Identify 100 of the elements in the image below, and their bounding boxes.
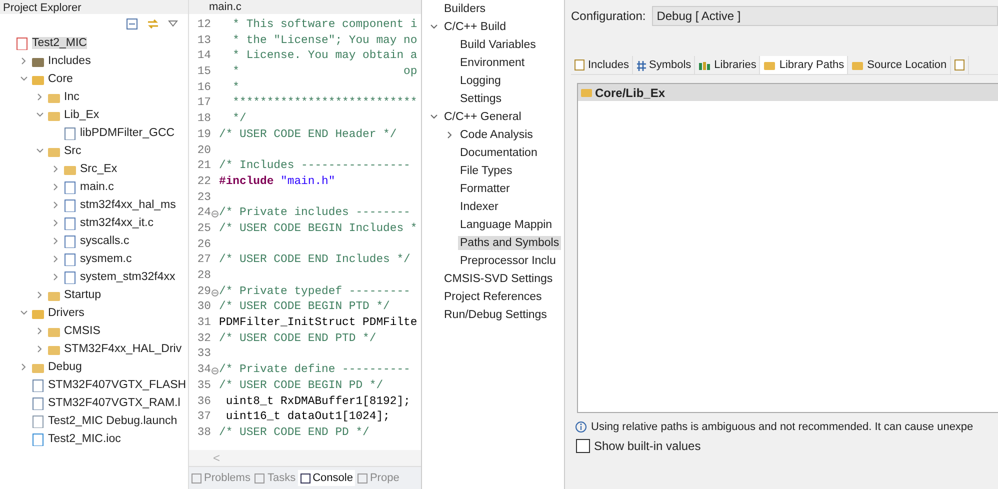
- nav-item[interactable]: Project References: [442, 290, 544, 304]
- chevron-icon[interactable]: [20, 309, 28, 317]
- folder-icon: [580, 87, 593, 98]
- line-number: 20: [196, 144, 211, 158]
- nav-item[interactable]: File Types: [458, 164, 514, 178]
- configuration-dropdown[interactable]: Debug [ Active ]: [652, 6, 998, 26]
- chevron-icon[interactable]: [36, 345, 44, 353]
- tab-icon: [191, 472, 202, 484]
- tree-item[interactable]: Test2_MIC.ioc: [48, 433, 121, 445]
- tree-item[interactable]: Inc: [64, 91, 80, 103]
- checkbox[interactable]: Show built-in values: [576, 439, 998, 453]
- view-tab[interactable]: Console: [298, 470, 355, 486]
- chevron-icon[interactable]: [52, 237, 60, 245]
- field-label: Configuration:: [571, 9, 646, 23]
- chevron-icon[interactable]: [52, 165, 60, 173]
- chevron-icon[interactable]: [430, 23, 438, 31]
- nav-item[interactable]: Logging: [458, 74, 503, 88]
- line-number: 13: [196, 34, 211, 49]
- nav-item[interactable]: Documentation: [458, 146, 540, 160]
- tree-item[interactable]: Includes: [48, 55, 91, 67]
- fold-icon[interactable]: [211, 210, 219, 218]
- line-number: 15: [196, 65, 211, 80]
- fold-icon[interactable]: [211, 366, 219, 375]
- tab[interactable]: Includes: [571, 56, 633, 74]
- code-line: /* USER CODE END PD */: [219, 426, 370, 441]
- line-number: 26: [196, 238, 211, 253]
- chevron-icon[interactable]: [20, 363, 28, 371]
- chevron-icon[interactable]: [52, 219, 60, 227]
- nav-item[interactable]: Indexer: [458, 200, 500, 214]
- code-line: /* USER CODE END Header */: [219, 128, 397, 143]
- tree-item[interactable]: STM32F4xx_HAL_Driv: [64, 343, 182, 355]
- chevron-icon[interactable]: [36, 111, 44, 119]
- tree-item[interactable]: libPDMFilter_GCC: [80, 127, 175, 139]
- nav-item[interactable]: Environment: [458, 56, 527, 70]
- tree-item[interactable]: Lib_Ex: [64, 109, 100, 121]
- nav-item[interactable]: Builders: [442, 2, 488, 16]
- file-icon: [63, 126, 77, 140]
- nav-item[interactable]: Paths and Symbols: [458, 236, 562, 250]
- chevron-icon[interactable]: [52, 201, 60, 209]
- books-icon: [698, 60, 712, 70]
- code-line: uint8_t RxDMABuffer1[8192];: [224, 394, 410, 410]
- tree-item[interactable]: Drivers: [48, 307, 84, 319]
- document-icon: [954, 59, 965, 71]
- tab[interactable]: Source Location: [848, 56, 951, 74]
- tab[interactable]: Library Paths: [760, 56, 848, 74]
- line-number: 29: [196, 284, 211, 300]
- line-number: 25: [196, 222, 211, 237]
- tab[interactable]: Symbols: [632, 56, 696, 74]
- chevron-icon[interactable]: [20, 75, 28, 83]
- info-message: Using relative paths is ambiguous and not recommended. It can cause unexpe: [591, 421, 974, 433]
- collapse-all-icon[interactable]: [126, 18, 138, 30]
- code-line: *: [232, 80, 240, 96]
- nav-item[interactable]: Code Analysis: [458, 128, 535, 142]
- code-line: * the "License"; You may no: [232, 34, 418, 49]
- code-line: /* Private define ----------: [219, 363, 410, 378]
- fold-icon[interactable]: [211, 288, 219, 297]
- tree-item[interactable]: Core: [48, 73, 73, 85]
- link-icon[interactable]: [146, 18, 160, 30]
- code-line: /* Private typedef ---------: [219, 284, 410, 300]
- tree-item[interactable]: main.c: [80, 181, 114, 193]
- line-number: 24: [196, 206, 211, 222]
- tree-item[interactable]: Startup: [64, 289, 102, 301]
- tree-item[interactable]: stm32f4xx_it.c: [80, 217, 154, 229]
- tree-item[interactable]: CMSIS: [64, 325, 100, 337]
- tree-item[interactable]: Test2_MIC Debug.launch: [48, 415, 178, 427]
- tree-item[interactable]: system_stm32f4xx: [80, 271, 176, 283]
- nav-item[interactable]: Build Variables: [458, 38, 538, 52]
- tree-item[interactable]: Src_Ex: [80, 163, 118, 175]
- chevron-icon[interactable]: [446, 131, 454, 139]
- chevron-icon[interactable]: [36, 291, 44, 299]
- chevron-icon[interactable]: [52, 255, 60, 263]
- nav-item[interactable]: C/C++ General: [442, 110, 524, 124]
- tree-item[interactable]: STM32F407VGTX_RAM.l: [48, 397, 180, 409]
- tree-item[interactable]: sysmem.c: [80, 253, 132, 265]
- nav-item[interactable]: Preprocessor Inclu: [458, 254, 558, 268]
- chevron-icon[interactable]: [36, 327, 44, 335]
- nav-item[interactable]: Formatter: [458, 182, 512, 196]
- nav-item[interactable]: Settings: [458, 92, 504, 106]
- tree-item[interactable]: Src: [64, 145, 82, 157]
- tab-icon: [300, 472, 311, 484]
- nav-item[interactable]: CMSIS-SVD Settings: [442, 272, 555, 286]
- nav-item[interactable]: C/C++ Build: [442, 20, 508, 34]
- tree-item[interactable]: Test2_MIC: [32, 37, 87, 49]
- line-number: 35: [196, 378, 211, 394]
- chevron-icon[interactable]: [52, 273, 60, 281]
- view-menu-icon[interactable]: [168, 20, 178, 28]
- nav-item[interactable]: Run/Debug Settings: [442, 308, 549, 322]
- chevron-icon[interactable]: [36, 147, 44, 155]
- tree-item[interactable]: syscalls.c: [80, 235, 130, 247]
- chevron-icon[interactable]: [36, 93, 44, 101]
- editor-tab[interactable]: main.c: [189, 0, 421, 14]
- nav-item[interactable]: Language Mappin: [458, 218, 554, 232]
- chevron-icon[interactable]: [52, 183, 60, 191]
- tree-item[interactable]: STM32F407VGTX_FLASH: [48, 379, 186, 391]
- tree-item[interactable]: stm32f4xx_hal_ms: [80, 199, 176, 211]
- chevron-icon[interactable]: [20, 57, 28, 65]
- code-line: * License. You may obtain a: [232, 49, 418, 64]
- chevron-icon[interactable]: [430, 113, 438, 121]
- list-row[interactable]: Core/Lib_Ex: [578, 84, 998, 101]
- tree-item[interactable]: Debug: [48, 361, 82, 373]
